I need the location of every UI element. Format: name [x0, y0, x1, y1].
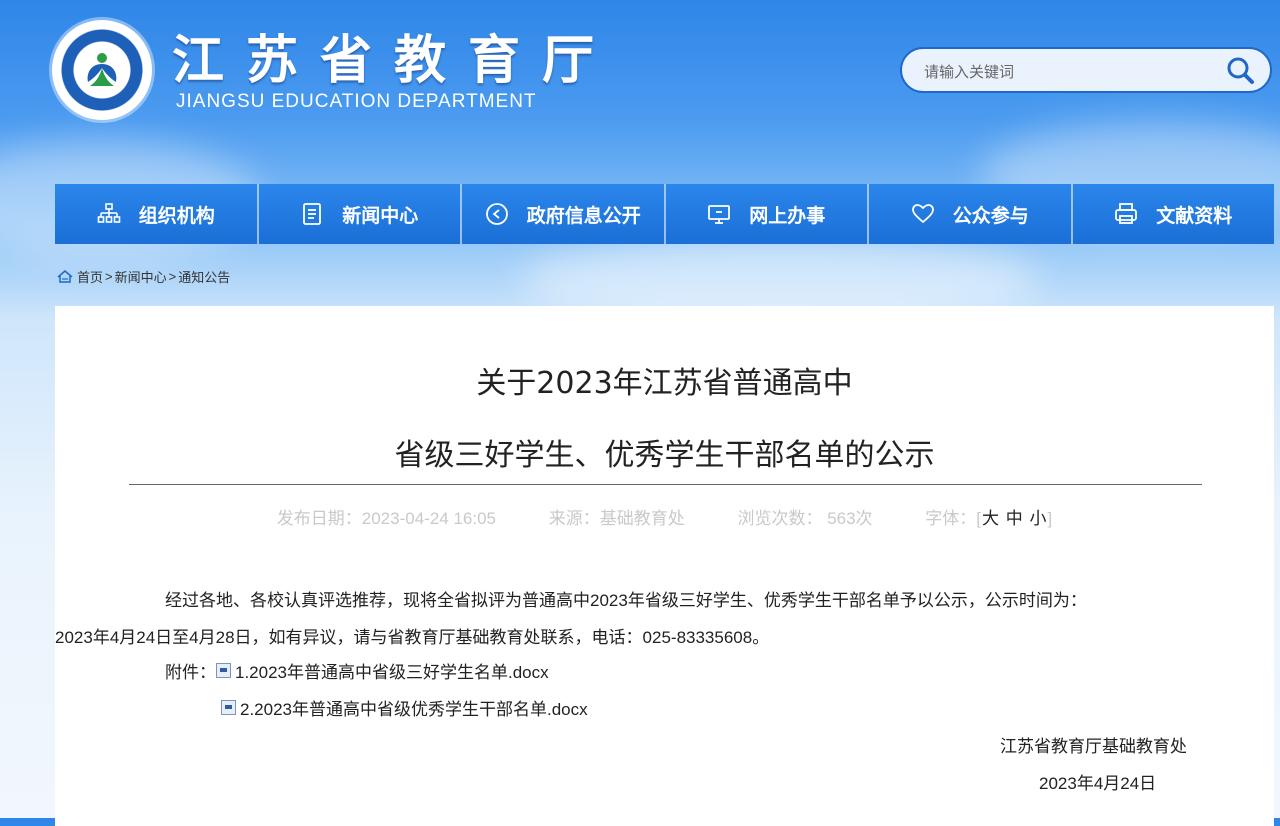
monitor-icon: [708, 205, 731, 224]
printer-icon: [1115, 203, 1138, 224]
bracket: ]: [1047, 509, 1053, 528]
title-divider: [129, 484, 1202, 485]
article-paragraph: 经过各地、各校认真评选推荐，现将全省拟评为普通高中2023年省级三好学生、优秀学…: [165, 591, 1087, 610]
breadcrumb-home[interactable]: 首页: [77, 267, 103, 286]
nav-label: 网上办事: [749, 204, 826, 227]
nav-item-gov-info[interactable]: 政府信息公开: [462, 184, 666, 244]
font-size-large[interactable]: 大: [981, 509, 1000, 528]
site-subtitle: JIANGSU EDUCATION DEPARTMENT: [176, 91, 537, 112]
breadcrumb-news-center[interactable]: 新闻中心: [115, 267, 167, 286]
breadcrumb: 首页 > 新闻中心 > 通知公告: [57, 267, 230, 286]
nav-label: 新闻中心: [342, 204, 419, 227]
attachment-row: 2.2023年普通高中省级优秀学生干部名单.docx: [221, 695, 588, 720]
word-doc-icon: [216, 663, 231, 678]
search-input[interactable]: [922, 59, 1206, 85]
signature-date: 2023年4月24日: [1039, 774, 1157, 793]
home-icon: [57, 270, 73, 283]
attachment-link[interactable]: 1.2023年普通高中省级三好学生名单.docx: [235, 658, 549, 683]
nav-label: 组织机构: [138, 204, 215, 227]
article-paragraph: 2023年4月24日至4月28日，如有异议，请与省教育厅基础教育处联系，电话：0…: [55, 628, 770, 647]
emblem-icon: [80, 48, 124, 92]
site-logo[interactable]: [52, 20, 152, 120]
nav-item-public-participation[interactable]: 公众参与: [869, 184, 1073, 244]
breadcrumb-separator: >: [105, 269, 113, 284]
article-title-line2: 省级三好学生、优秀学生干部名单的公示: [394, 438, 935, 473]
signature-org: 江苏省教育厅基础教育处: [1000, 737, 1187, 756]
font-size-small[interactable]: 小: [1029, 509, 1048, 528]
site-title: 江苏省教育厅: [172, 31, 617, 91]
word-doc-icon: [221, 700, 236, 715]
search-button[interactable]: [1224, 55, 1256, 87]
document-icon: [303, 203, 322, 225]
main-nav: 组织机构 新闻中心 政府信息公开 网上办事 公众参与 文献资料: [55, 184, 1274, 244]
attachment-label: 附件：: [165, 663, 216, 682]
article-source: 来源：基础教育处: [548, 509, 685, 528]
view-count: 浏览次数： 563次: [737, 509, 873, 528]
nav-item-news[interactable]: 新闻中心: [259, 184, 462, 244]
nav-item-documents[interactable]: 文献资料: [1073, 184, 1275, 244]
play-circle-icon: [485, 203, 508, 225]
attachment-link[interactable]: 2.2023年普通高中省级优秀学生干部名单.docx: [240, 695, 588, 720]
font-size-control: 字体：[大 中 小]: [925, 509, 1052, 528]
nav-item-online-services[interactable]: 网上办事: [666, 184, 869, 244]
article-title-line1: 关于2023年江苏省普通高中: [476, 366, 853, 401]
font-size-label: 字体：: [925, 509, 977, 528]
attachment-row: 附件： 1.2023年普通高中省级三好学生名单.docx: [165, 658, 549, 683]
search-box: [900, 47, 1272, 93]
article-panel: 关于2023年江苏省普通高中 省级三好学生、优秀学生干部名单的公示 发布日期：2…: [55, 306, 1274, 826]
search-icon: [1227, 57, 1254, 84]
nav-label: 文献资料: [1156, 204, 1233, 227]
breadcrumb-notices[interactable]: 通知公告: [178, 267, 230, 286]
heart-icon: [911, 204, 934, 224]
org-chart-icon: [97, 203, 121, 223]
font-size-medium[interactable]: 中: [1005, 509, 1024, 528]
article-body: 经过各地、各校认真评选推荐，现将全省拟评为普通高中2023年省级三好学生、优秀学…: [55, 582, 1209, 656]
article-meta: 发布日期：2023-04-24 16:05 来源：基础教育处 浏览次数： 563…: [55, 504, 1274, 529]
breadcrumb-separator: >: [168, 269, 177, 284]
publish-date: 发布日期：2023-04-24 16:05: [276, 509, 496, 528]
nav-label: 政府信息公开: [526, 204, 641, 227]
nav-label: 公众参与: [952, 204, 1029, 227]
nav-item-organization[interactable]: 组织机构: [55, 184, 259, 244]
